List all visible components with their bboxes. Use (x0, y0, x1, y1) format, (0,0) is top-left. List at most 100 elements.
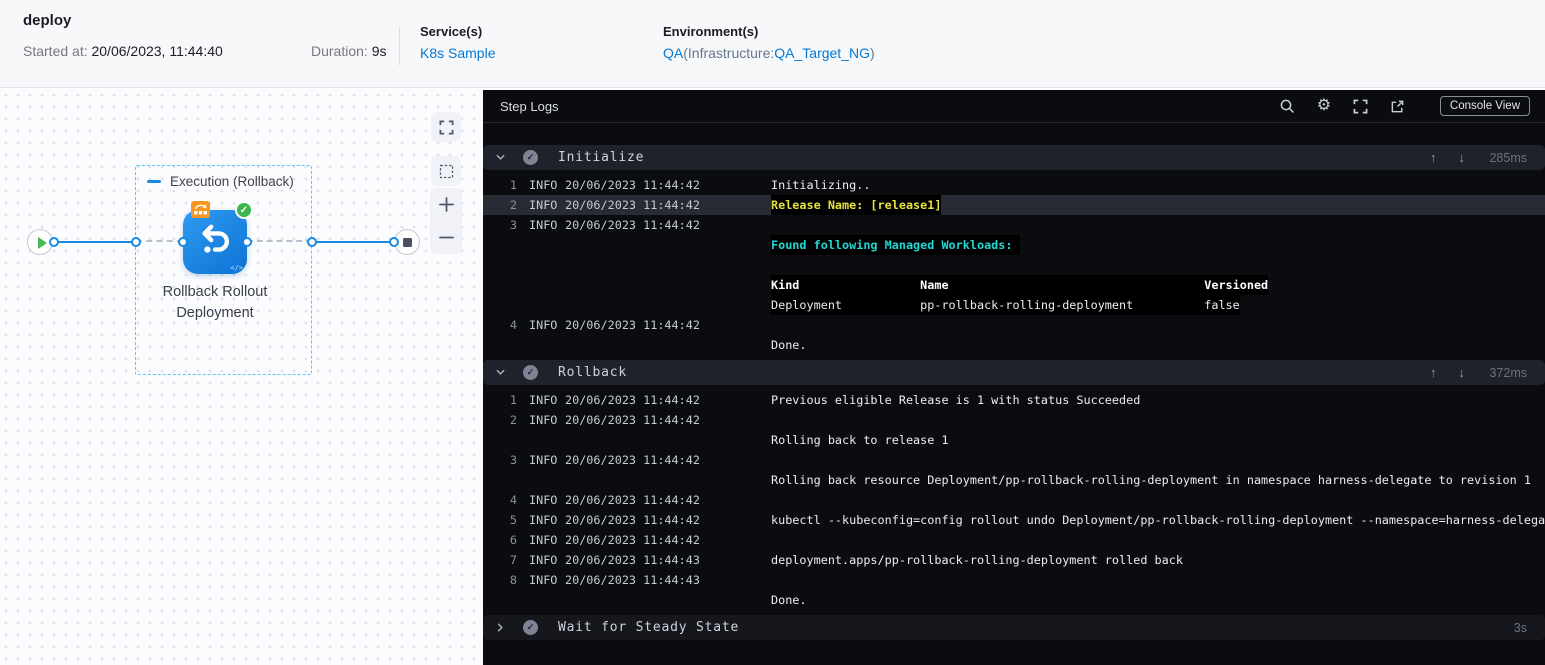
log-line-number: 7 (509, 553, 517, 567)
log-row[interactable]: Deployment pp-rollback-rolling-deploymen… (483, 295, 1545, 315)
chevron-down-icon[interactable] (495, 367, 507, 378)
log-row[interactable]: 2 INFO 20/06/2023 11:44:42 (483, 410, 1545, 430)
log-section-header[interactable]: ✓ Rollback ↑ ↓ 372ms (483, 360, 1545, 385)
log-row[interactable]: Rolling back resource Deployment/pp-roll… (483, 470, 1545, 490)
log-panel-title: Step Logs (500, 98, 559, 114)
log-row[interactable]: 7 INFO 20/06/2023 11:44:43 deployment.apps/… (483, 550, 1545, 570)
log-row[interactable]: Kind Name Versioned (483, 275, 1545, 295)
environment-close-paren: ) (869, 45, 875, 61)
log-level (529, 275, 565, 295)
log-level: INFO (529, 493, 558, 507)
log-line-number (495, 430, 517, 450)
log-level (529, 470, 565, 490)
search-icon[interactable] (1278, 97, 1296, 115)
plus-icon (438, 197, 454, 212)
log-message: deployment.apps/pp-rollback-rolling-depl… (771, 553, 1183, 567)
started-at: Started at: 20/06/2023, 11:44:40 (23, 43, 223, 59)
log-timestamp: 20/06/2023 11:44:42 (565, 493, 700, 507)
canvas-select-button[interactable] (431, 156, 461, 186)
log-section-title: Rollback (558, 365, 628, 380)
log-row[interactable]: 4 INFO 20/06/2023 11:44:42 (483, 315, 1545, 335)
step-node-label: Rollback Rollout Deployment (162, 284, 268, 321)
log-row[interactable]: 5 INFO 20/06/2023 11:44:42 kubectl --kubeco… (483, 510, 1545, 530)
chevron-down-icon[interactable] (495, 152, 507, 163)
log-level (529, 590, 565, 610)
log-row[interactable]: Rolling back to release 1 (483, 430, 1545, 450)
log-row[interactable] (483, 255, 1545, 275)
log-row[interactable]: 1 INFO 20/06/2023 11:44:42 Previous eligibl… (483, 390, 1545, 410)
chevron-right-icon[interactable] (495, 622, 507, 633)
log-message: Previous eligible Release is 1 with stat… (771, 393, 1141, 407)
log-line-number: 3 (509, 218, 517, 232)
log-row[interactable]: 2 INFO 20/06/2023 11:44:42 Release Name: [r… (483, 195, 1545, 215)
log-timestamp: 20/06/2023 11:44:42 (565, 513, 700, 527)
open-external-icon[interactable] (1389, 97, 1407, 115)
log-row[interactable]: 6 INFO 20/06/2023 11:44:42 (483, 530, 1545, 550)
log-timestamp: 20/06/2023 11:44:43 (565, 573, 700, 587)
log-timestamp (565, 275, 771, 295)
gear-icon[interactable]: ⚙ (1315, 97, 1333, 115)
log-section-header[interactable]: ✓ Initialize ↑ ↓ 285ms (483, 145, 1545, 170)
services-label: Service(s) (420, 24, 483, 39)
log-fullscreen-icon[interactable] (1352, 97, 1370, 115)
log-line-number: 6 (509, 533, 517, 547)
log-timestamp: 20/06/2023 11:44:42 (565, 393, 700, 407)
log-level (529, 255, 565, 275)
header-divider (399, 27, 400, 65)
log-level: INFO (529, 553, 558, 567)
log-message: Initializing.. (771, 178, 871, 192)
log-timestamp: 20/06/2023 11:44:42 (565, 218, 700, 232)
collapse-group-icon[interactable] (147, 180, 161, 183)
log-level (529, 430, 565, 450)
log-line-number (495, 275, 517, 295)
scroll-to-bottom-icon[interactable]: ↓ (1459, 365, 1466, 380)
log-toolbar: Step Logs ⚙ Console View (483, 90, 1545, 123)
log-row[interactable]: Done. (483, 590, 1545, 610)
scroll-to-top-icon[interactable]: ↑ (1430, 150, 1437, 165)
log-message: Done. (771, 593, 807, 607)
log-line-number: 1 (509, 178, 517, 192)
log-section-header[interactable]: ✓ Wait for Steady State 3s (483, 615, 1545, 640)
log-section-title: Wait for Steady State (558, 620, 740, 635)
log-line-number: 2 (509, 413, 517, 427)
log-row[interactable]: 3 INFO 20/06/2023 11:44:42 (483, 450, 1545, 470)
log-timestamp: 20/06/2023 11:44:42 (565, 533, 700, 547)
step-success-icon: ✓ (235, 201, 253, 219)
canvas-fullscreen-button[interactable] (431, 112, 461, 142)
section-success-icon: ✓ (523, 620, 538, 635)
infrastructure-link[interactable]: QA_Target_NG (774, 45, 870, 61)
group-label-text: Execution (Rollback) (170, 174, 294, 189)
log-level (529, 295, 565, 315)
log-row[interactable]: 1 INFO 20/06/2023 11:44:42 Initializing.. (483, 175, 1545, 195)
duration: Duration: 9s (311, 43, 387, 59)
duration-label: Duration: (311, 43, 368, 59)
scroll-to-top-icon[interactable]: ↑ (1430, 365, 1437, 380)
log-level: INFO (529, 573, 558, 587)
edge-start-to-group (54, 241, 136, 243)
log-line-number: 5 (509, 513, 517, 527)
console-view-button[interactable]: Console View (1439, 96, 1530, 116)
log-level (529, 335, 565, 355)
scroll-to-bottom-icon[interactable]: ↓ (1459, 150, 1466, 165)
log-row[interactable]: 3 INFO 20/06/2023 11:44:42 (483, 215, 1545, 235)
execution-header: deploy Started at: 20/06/2023, 11:44:40 … (0, 0, 1545, 88)
log-timestamp: 20/06/2023 11:44:42 (565, 413, 700, 427)
zoom-out-button[interactable] (430, 223, 462, 253)
log-section: ✓ Wait for Steady State 3s (483, 615, 1545, 640)
log-row[interactable]: Done. (483, 335, 1545, 355)
log-line-number: 1 (509, 393, 517, 407)
log-level: INFO (529, 178, 558, 192)
log-row[interactable]: Found following Managed Workloads: (483, 235, 1545, 255)
started-at-label: Started at: (23, 43, 88, 59)
pipeline-title: deploy (23, 12, 72, 29)
duration-value: 9s (371, 43, 387, 59)
zoom-in-button[interactable] (430, 190, 462, 220)
rollback-step-node[interactable]: ✓ </> (183, 201, 253, 274)
log-level: INFO (529, 533, 558, 547)
environment-link[interactable]: QA (663, 45, 683, 61)
service-link[interactable]: K8s Sample (420, 45, 495, 61)
log-row[interactable]: 4 INFO 20/06/2023 11:44:42 (483, 490, 1545, 510)
pipeline-graph-canvas[interactable]: Execution (Rollback) ✓ </> Rollback Roll (0, 89, 483, 665)
log-row[interactable]: 8 INFO 20/06/2023 11:44:43 (483, 570, 1545, 590)
log-message: Done. (771, 338, 807, 352)
